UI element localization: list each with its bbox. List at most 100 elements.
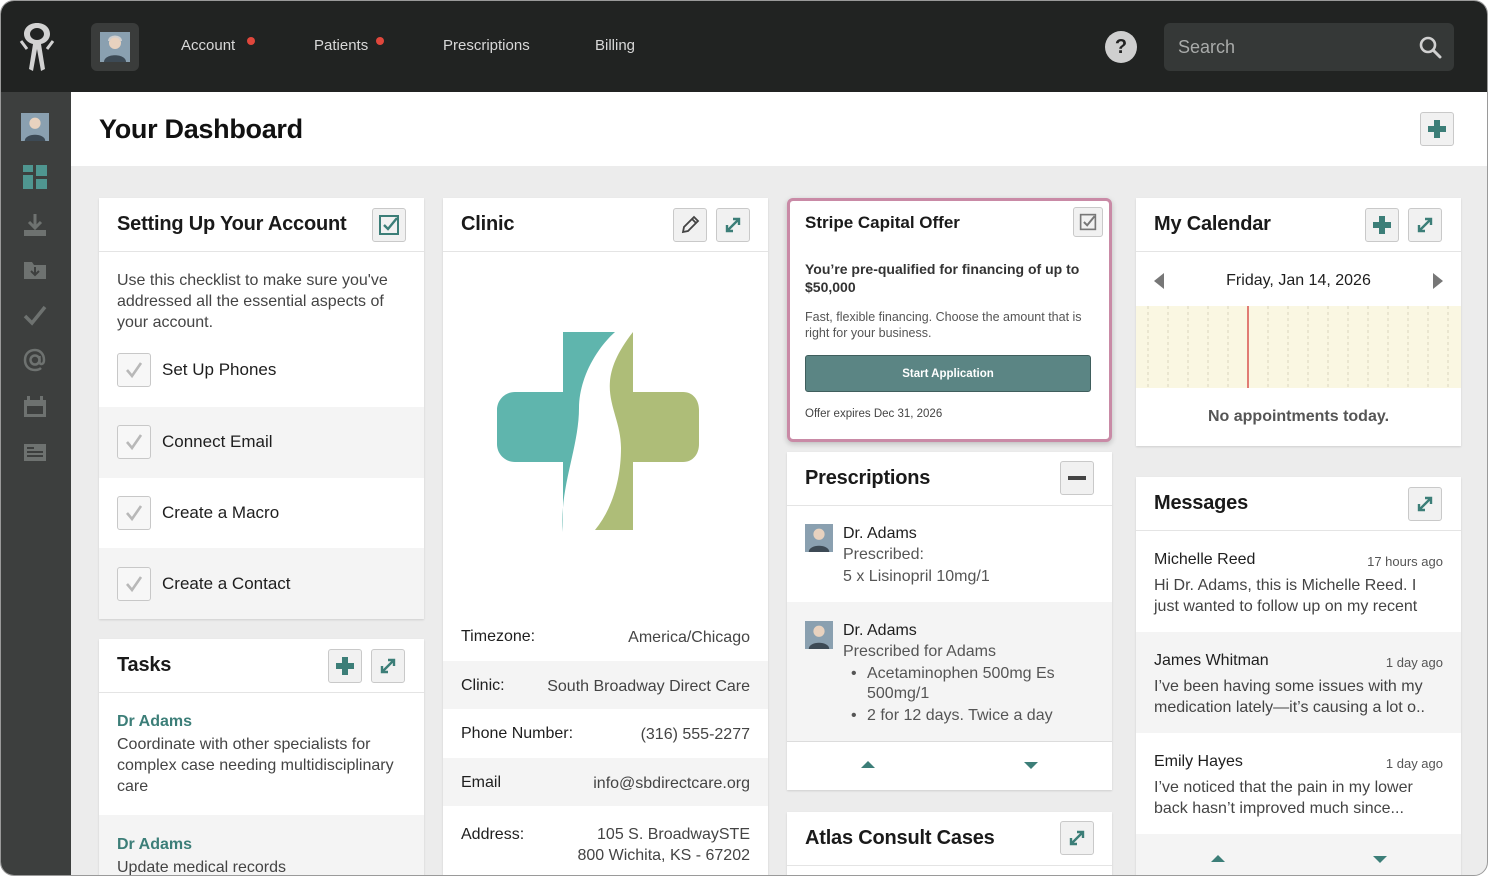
card-header: Tasks xyxy=(99,639,424,693)
page-title: Your Dashboard xyxy=(99,114,303,144)
next-day-icon[interactable] xyxy=(1433,273,1443,289)
scroll-up-icon[interactable] xyxy=(861,760,875,770)
checklist-item-label: Connect Email xyxy=(162,432,273,451)
calendar-icon[interactable] xyxy=(20,392,50,422)
edit-button[interactable] xyxy=(673,208,707,242)
card-title: My Calendar xyxy=(1154,213,1271,235)
nav-account[interactable]: Account xyxy=(181,37,235,54)
dashboard-icon[interactable] xyxy=(20,162,50,192)
download-icon[interactable] xyxy=(20,210,50,240)
plus-icon xyxy=(1373,216,1391,234)
nav-prescriptions[interactable]: Prescriptions xyxy=(443,37,530,54)
checklist-item-label: Set Up Phones xyxy=(162,360,277,379)
field-value: 105 S. BroadwaySTE xyxy=(597,826,750,843)
checkbox[interactable] xyxy=(117,567,151,601)
add-event-button[interactable] xyxy=(1365,208,1399,242)
user-avatar[interactable] xyxy=(91,23,139,71)
card-header: Setting Up Your Account xyxy=(99,198,424,252)
expand-button[interactable] xyxy=(716,208,750,242)
minus-icon xyxy=(1068,476,1086,480)
checkbox[interactable] xyxy=(117,496,151,530)
clinic-logo-image xyxy=(497,332,699,532)
prescriber-name: Dr. Adams xyxy=(843,622,917,639)
message-sender[interactable]: Michelle Reed xyxy=(1154,551,1255,569)
tasks-card: Tasks Dr Adams Coordinate with other spe… xyxy=(99,639,424,875)
prescriber-name: Dr. Adams xyxy=(843,525,917,542)
checklist-item-label: Create a Macro xyxy=(162,503,280,522)
card-title: Stripe Capital Offer xyxy=(805,213,960,232)
expand-button[interactable] xyxy=(371,649,405,683)
card-header: Messages xyxy=(1136,477,1461,531)
expand-button[interactable] xyxy=(1408,208,1442,242)
message-preview[interactable]: I’ve been having some issues with my med… xyxy=(1154,676,1444,718)
field-label: Clinic: xyxy=(461,677,505,694)
start-application-button[interactable]: Start Application xyxy=(805,355,1091,392)
message-preview[interactable]: Hi Dr. Adams, this is Michelle Reed. I j… xyxy=(1154,575,1444,617)
checklist-button[interactable] xyxy=(1073,207,1103,237)
message-sender[interactable]: James Whitman xyxy=(1154,652,1269,670)
task-text: Coordinate with other specialists for co… xyxy=(117,736,394,795)
add-task-button[interactable] xyxy=(328,649,362,683)
checklist-item-label: Create a Contact xyxy=(162,574,291,593)
folder-icon[interactable] xyxy=(20,255,50,285)
notification-dot xyxy=(247,37,255,45)
task-author-link[interactable]: Dr Adams xyxy=(117,711,192,732)
check-icon xyxy=(126,505,143,522)
expand-icon xyxy=(380,658,396,674)
collapse-button[interactable] xyxy=(1060,461,1094,495)
page-header: Your Dashboard xyxy=(71,92,1487,166)
card-title: Tasks xyxy=(117,654,172,676)
card-title: Clinic xyxy=(461,213,515,235)
stripe-offer-card: Stripe Capital Offer You’re pre-qualifie… xyxy=(787,198,1112,442)
expand-button[interactable] xyxy=(1060,821,1094,855)
prescription-bullet: Acetaminophen 500mg Es xyxy=(867,665,1055,682)
card-header: My Calendar xyxy=(1136,198,1461,252)
field-label: Phone Number: xyxy=(461,725,574,742)
clinic-card: Clinic Timezone: America/Chicago Clinic:… xyxy=(443,198,768,875)
checklist-icon xyxy=(1079,213,1097,231)
doctor-avatar xyxy=(805,524,833,552)
check-icon[interactable] xyxy=(20,300,50,330)
offer-expiry: Offer expires Dec 31, 2026 xyxy=(805,408,943,420)
search-input[interactable] xyxy=(1178,23,1408,71)
prescription-bullet: 500mg/1 xyxy=(867,685,930,702)
checklist-button[interactable] xyxy=(372,208,406,242)
check-icon xyxy=(126,362,143,379)
prescriptions-card: Prescriptions Dr. Adams Prescribed: 5 x … xyxy=(787,452,1112,790)
field-value: info@sbdirectcare.org xyxy=(593,775,750,792)
calendar-empty-message: No appointments today. xyxy=(1207,408,1390,425)
nav-billing[interactable]: Billing xyxy=(595,37,635,54)
prescription-label: Prescribed for Adams xyxy=(843,643,996,660)
message-sender[interactable]: Emily Hayes xyxy=(1154,753,1243,771)
nav-patients[interactable]: Patients xyxy=(314,37,368,54)
field-value: South Broadway Direct Care xyxy=(547,678,750,695)
scroll-down-icon[interactable] xyxy=(1024,760,1038,770)
card-title: Messages xyxy=(1154,492,1249,514)
search-icon[interactable] xyxy=(1418,35,1442,59)
card-title: Atlas Consult Cases xyxy=(805,827,995,849)
sidebar xyxy=(1,92,71,875)
prescription-bullet: 2 for 12 days. Twice a day xyxy=(867,707,1053,724)
scroll-down-icon[interactable] xyxy=(1373,854,1387,864)
check-icon xyxy=(126,434,143,451)
checkbox[interactable] xyxy=(117,353,151,387)
stripe-body: Fast, flexible financing. Choose the amo… xyxy=(805,310,1082,340)
message-preview[interactable]: I’ve noticed that the pain in my lower b… xyxy=(1154,777,1444,819)
pencil-icon xyxy=(681,215,700,234)
newspaper-icon[interactable] xyxy=(20,437,50,467)
app-window: Account Patients Prescriptions Billing ? xyxy=(0,0,1488,876)
avatar-image xyxy=(100,32,130,62)
at-icon[interactable] xyxy=(20,345,50,375)
plus-icon xyxy=(1428,120,1446,138)
scroll-up-icon[interactable] xyxy=(1211,854,1225,864)
expand-button[interactable] xyxy=(1408,487,1442,521)
checkbox[interactable] xyxy=(117,425,151,459)
search-box xyxy=(1164,23,1454,71)
task-author-link[interactable]: Dr Adams xyxy=(117,834,192,855)
card-header: Atlas Consult Cases xyxy=(787,812,1112,866)
add-widget-button[interactable] xyxy=(1420,112,1454,146)
notification-dot xyxy=(376,37,384,45)
caduceus-logo-icon[interactable] xyxy=(15,19,59,75)
help-icon[interactable]: ? xyxy=(1105,31,1137,63)
sidebar-avatar[interactable] xyxy=(20,112,50,142)
